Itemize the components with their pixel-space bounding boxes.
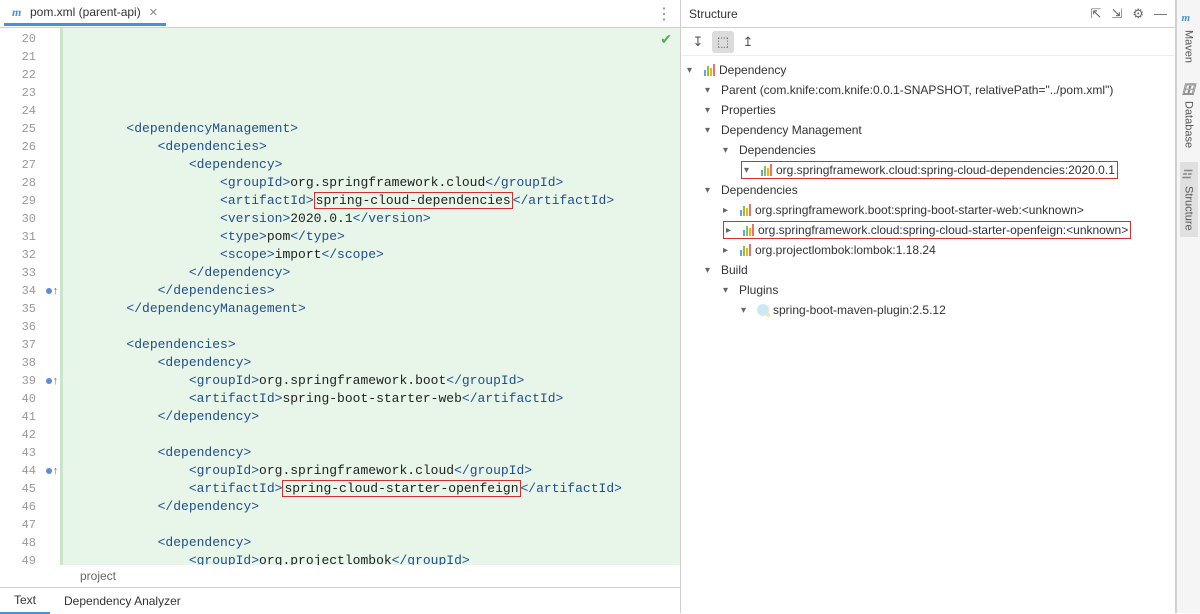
maven-file-icon: m: [12, 5, 26, 19]
tree-item-plugins[interactable]: ▾ Plugins: [681, 280, 1175, 300]
code-area[interactable]: ✔ <dependencyManagement> <dependencies> …: [60, 28, 680, 565]
bars-icon: [758, 164, 774, 176]
tree-label: Parent (com.knife:com.knife:0.0.1-SNAPSH…: [719, 83, 1113, 97]
fold-strip: [60, 28, 65, 565]
right-tool-rail: mMaven 🗄Database ☲Structure: [1176, 0, 1200, 613]
structure-toolbar: ↧ ⬚ ↥: [681, 28, 1175, 56]
tree-label: org.springframework.boot:spring-boot-sta…: [753, 203, 1084, 217]
more-tabs-icon[interactable]: ⋮: [656, 4, 672, 24]
tree-label: org.springframework.cloud:spring-cloud-s…: [756, 223, 1128, 237]
editor-pane: m pom.xml (parent-api) ✕ ⋮ 2021222324252…: [0, 0, 681, 613]
editor-tab-bar: m pom.xml (parent-api) ✕ ⋮: [0, 0, 680, 28]
minimize-icon[interactable]: —: [1154, 6, 1167, 22]
bars-icon: [737, 204, 753, 216]
editor-tab-pom[interactable]: m pom.xml (parent-api) ✕: [4, 1, 166, 26]
chevron-right-icon[interactable]: ▸: [726, 225, 740, 236]
tab-label: pom.xml (parent-api): [30, 5, 141, 19]
tab-dependency-analyzer[interactable]: Dependency Analyzer: [50, 589, 195, 613]
chevron-down-icon[interactable]: ▾: [741, 305, 755, 316]
autoscroll-from-source-icon[interactable]: ⬚: [712, 31, 734, 53]
chevron-down-icon[interactable]: ▾: [705, 265, 719, 276]
tree-label: Dependencies: [737, 143, 816, 157]
bars-icon: [737, 244, 753, 256]
tree-label: Dependency: [717, 63, 786, 77]
tree-item-properties[interactable]: ▾ Properties: [681, 100, 1175, 120]
tree-item-dep-web[interactable]: ▸ org.springframework.boot:spring-boot-s…: [681, 200, 1175, 220]
tree-label: Plugins: [737, 283, 778, 297]
tree-item-build[interactable]: ▾ Build: [681, 260, 1175, 280]
tree-label: spring-boot-maven-plugin:2.5.12: [771, 303, 946, 317]
tree-root-dependency[interactable]: ▾ Dependency: [681, 60, 1175, 80]
tree-item-dep-mgmt[interactable]: ▾ Dependency Management: [681, 120, 1175, 140]
editor-bottom-tabs: Text Dependency Analyzer: [0, 587, 680, 613]
tree-label: org.springframework.cloud:spring-cloud-d…: [774, 163, 1115, 177]
inspection-ok-icon[interactable]: ✔: [660, 32, 672, 50]
structure-title: Structure: [689, 7, 738, 21]
rail-database[interactable]: 🗄Database: [1180, 77, 1198, 154]
structure-panel: Structure ⇱ ⇲ ⚙ — ↧ ⬚ ↥ ▾ Dependency ▾ P…: [681, 0, 1176, 613]
autoscroll-source-icon[interactable]: ↧: [687, 31, 709, 53]
tree-item-dep-lombok[interactable]: ▸ org.projectlombok:lombok:1.18.24: [681, 240, 1175, 260]
tree-label: Dependencies: [719, 183, 798, 197]
tree-label: Dependency Management: [719, 123, 862, 137]
tree-label: org.projectlombok:lombok:1.18.24: [753, 243, 936, 257]
structure-tree[interactable]: ▾ Dependency ▾ Parent (com.knife:com.kni…: [681, 56, 1175, 613]
tree-label: Properties: [719, 103, 776, 117]
chevron-down-icon[interactable]: ▾: [705, 125, 719, 136]
chevron-down-icon[interactable]: ▾: [687, 65, 701, 76]
sort-icon[interactable]: ↥: [737, 31, 759, 53]
chevron-down-icon[interactable]: ▾: [723, 285, 737, 296]
rail-maven[interactable]: mMaven: [1180, 6, 1198, 69]
chevron-right-icon[interactable]: ▸: [723, 245, 737, 256]
collapse-all-icon[interactable]: ⇲: [1111, 6, 1122, 22]
expand-all-icon[interactable]: ⇱: [1091, 6, 1102, 22]
tree-item-dep-mgmt-deps[interactable]: ▾ Dependencies: [681, 140, 1175, 160]
tab-text[interactable]: Text: [0, 588, 50, 614]
chevron-down-icon[interactable]: ▾: [744, 165, 758, 176]
chevron-down-icon[interactable]: ▾: [723, 145, 737, 156]
tree-item-parent[interactable]: ▾ Parent (com.knife:com.knife:0.0.1-SNAP…: [681, 80, 1175, 100]
chevron-right-icon[interactable]: ▸: [723, 205, 737, 216]
gutter-change-marks: ↑↑↑: [44, 28, 60, 565]
rail-structure[interactable]: ☲Structure: [1180, 162, 1198, 237]
close-icon[interactable]: ✕: [149, 6, 158, 19]
plugin-icon: [755, 304, 771, 316]
chevron-down-icon[interactable]: ▾: [705, 85, 719, 96]
line-number-gutter: 2021222324252627282930313233343536373839…: [0, 28, 44, 565]
editor-body: 2021222324252627282930313233343536373839…: [0, 28, 680, 565]
tree-item-dep-openfeign[interactable]: ▸ org.springframework.cloud:spring-cloud…: [681, 220, 1175, 240]
structure-header-icons: ⇱ ⇲ ⚙ —: [1091, 6, 1167, 22]
bars-icon: [740, 224, 756, 236]
breadcrumb-bar[interactable]: project: [0, 565, 680, 587]
chevron-down-icon[interactable]: ▾: [705, 185, 719, 196]
chevron-down-icon[interactable]: ▾: [705, 105, 719, 116]
bars-icon: [701, 64, 717, 76]
settings-icon[interactable]: ⚙: [1132, 6, 1144, 22]
tree-item-spring-cloud-deps[interactable]: ▾ org.springframework.cloud:spring-cloud…: [681, 160, 1175, 180]
tree-item-dependencies[interactable]: ▾ Dependencies: [681, 180, 1175, 200]
tree-item-plugin-spring-boot[interactable]: ▾ spring-boot-maven-plugin:2.5.12: [681, 300, 1175, 320]
structure-header: Structure ⇱ ⇲ ⚙ —: [681, 0, 1175, 28]
tree-label: Build: [719, 263, 748, 277]
